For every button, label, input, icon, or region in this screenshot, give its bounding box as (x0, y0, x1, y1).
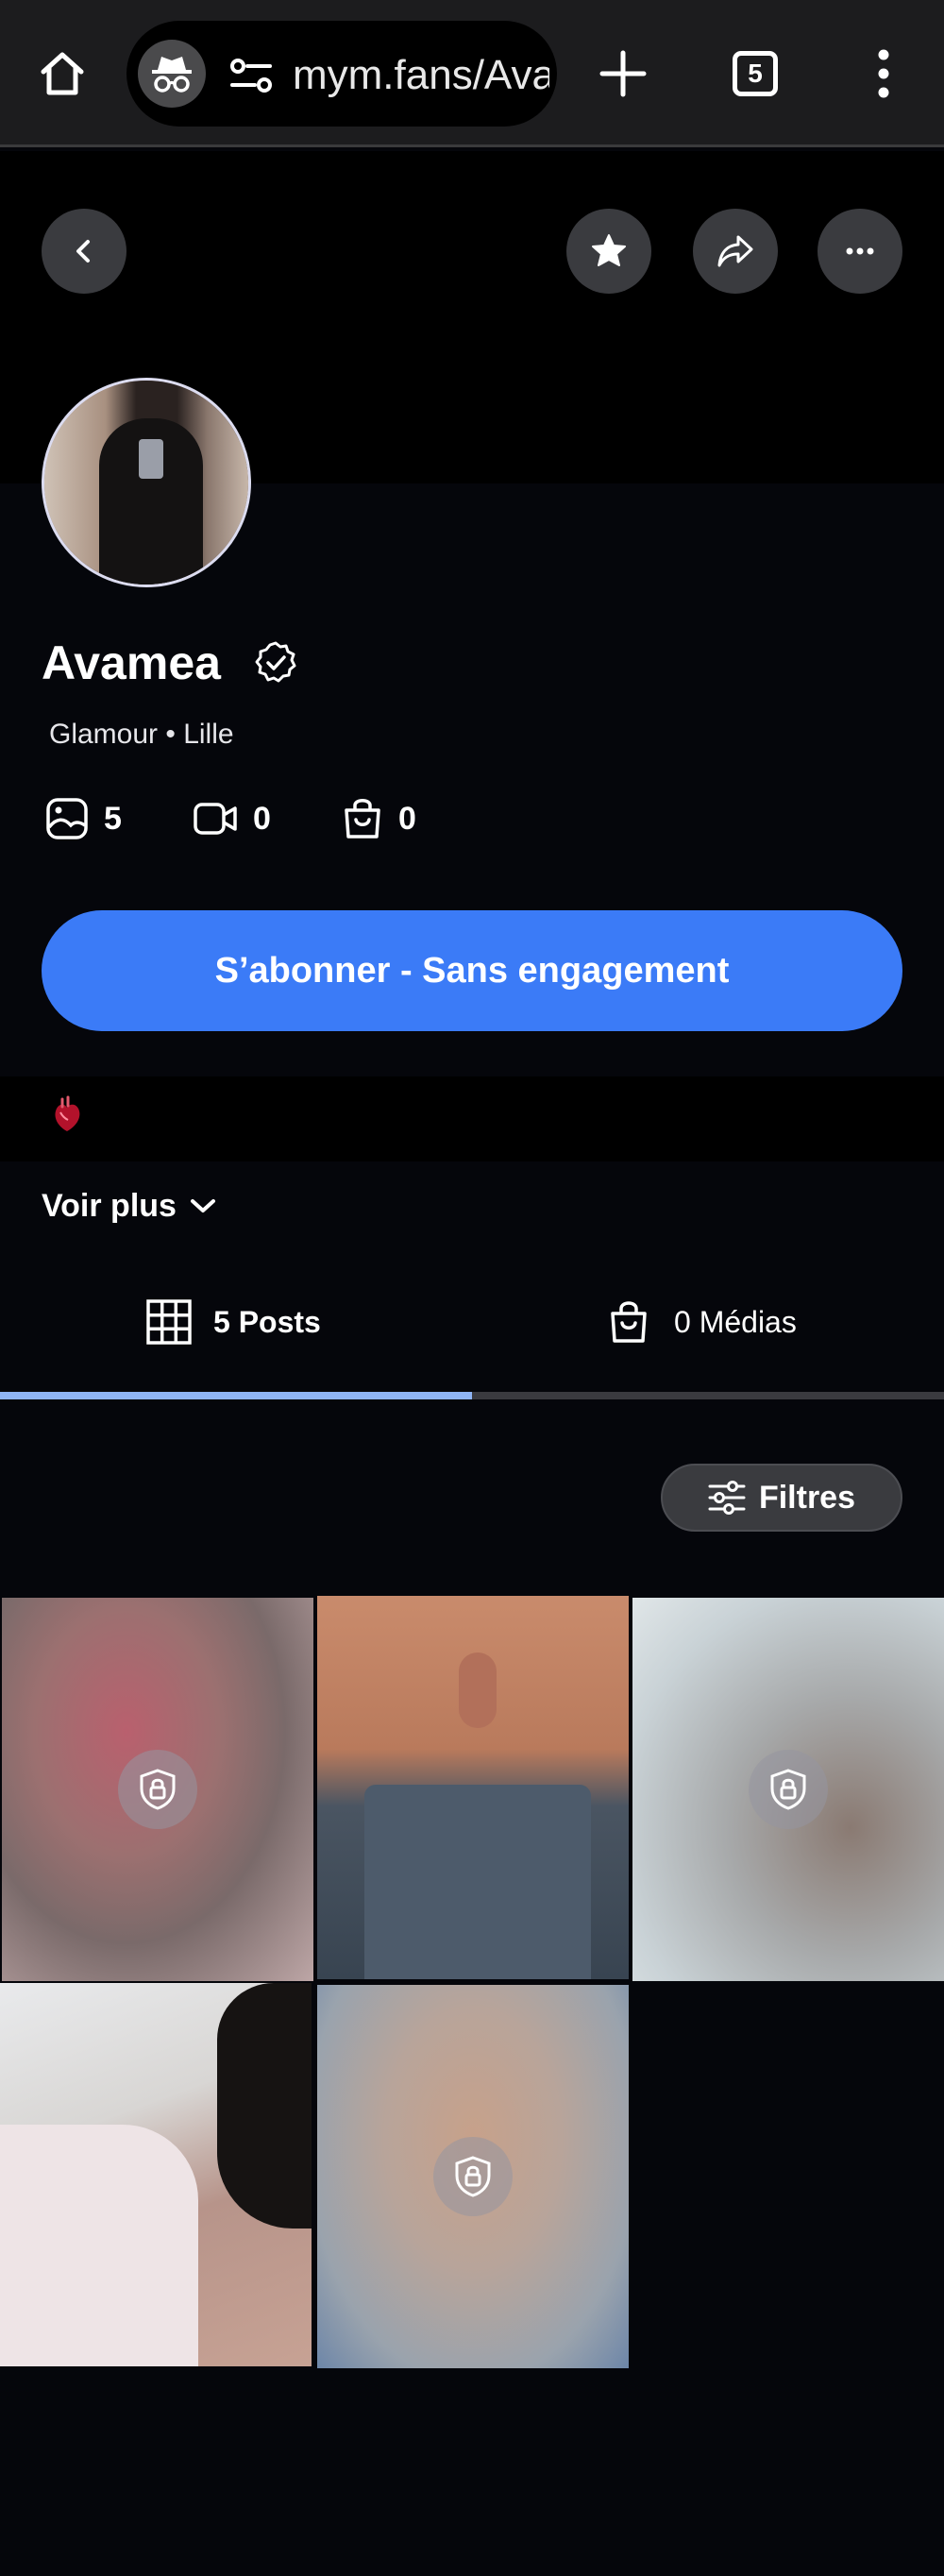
address-bar[interactable]: mym.fans/Avamea (126, 21, 557, 127)
post-tile-locked[interactable] (2, 1598, 313, 1981)
posts-count-value: 5 (104, 800, 122, 837)
post-tile-locked[interactable] (317, 1985, 629, 2368)
star-icon (592, 234, 626, 266)
verified-badge-icon (255, 641, 296, 683)
tab-active-indicator (0, 1392, 472, 1399)
share-button[interactable] (693, 209, 778, 294)
favorite-button[interactable] (566, 209, 651, 294)
post-tile-locked[interactable] (632, 1598, 944, 1981)
anatomical-heart-icon (55, 1095, 80, 1131)
browser-toolbar: mym.fans/Avamea 5 (0, 0, 944, 147)
post-tile[interactable] (0, 1983, 312, 2366)
new-tab-icon[interactable] (589, 40, 657, 108)
tab-media[interactable]: 0 Médias (608, 1292, 797, 1352)
url-text[interactable]: mym.fans/Avamea (293, 47, 549, 104)
video-camera-icon (194, 803, 237, 835)
share-icon (717, 235, 753, 267)
tab-switcher-button[interactable]: 5 (733, 51, 778, 96)
post-tile[interactable] (317, 1596, 629, 1979)
avatar[interactable] (42, 378, 251, 587)
videos-count: 0 (193, 795, 271, 842)
tab-posts-label: 5 Posts (213, 1304, 321, 1339)
tab-media-label: 0 Médias (674, 1304, 797, 1339)
lock-icon (749, 1750, 828, 1829)
grid-icon (146, 1299, 192, 1345)
incognito-icon (138, 40, 206, 108)
shopping-bag-icon (611, 1301, 647, 1343)
lock-icon (433, 2137, 513, 2216)
see-more-toggle[interactable]: Voir plus (42, 1182, 216, 1229)
posts-count: 5 (45, 795, 122, 842)
back-button[interactable] (42, 209, 126, 294)
chevron-left-icon (76, 240, 90, 263)
see-more-label: Voir plus (42, 1187, 177, 1224)
filters-label: Filtres (758, 1479, 856, 1516)
products-count: 0 (342, 795, 416, 842)
profile-tagline: Glamour • Lille (49, 719, 234, 750)
site-settings-icon[interactable] (225, 49, 278, 102)
subscribe-button[interactable]: S’abonner - Sans engagement (42, 910, 902, 1031)
more-options-button[interactable] (818, 209, 902, 294)
sliders-icon (708, 1481, 746, 1515)
lock-icon (118, 1750, 197, 1829)
bio (0, 1076, 944, 1161)
videos-count-value: 0 (253, 800, 271, 837)
filters-button[interactable]: Filtres (661, 1464, 902, 1532)
more-horiz-icon (846, 247, 874, 255)
home-icon[interactable] (28, 40, 96, 108)
profile-name: Avamea (42, 636, 221, 689)
image-icon (46, 798, 88, 839)
shopping-bag-icon (345, 799, 380, 839)
chevron-down-icon (190, 1199, 215, 1212)
more-vert-icon[interactable] (859, 40, 908, 108)
tab-posts[interactable]: 5 Posts (145, 1292, 321, 1352)
products-count-value: 0 (398, 800, 416, 837)
